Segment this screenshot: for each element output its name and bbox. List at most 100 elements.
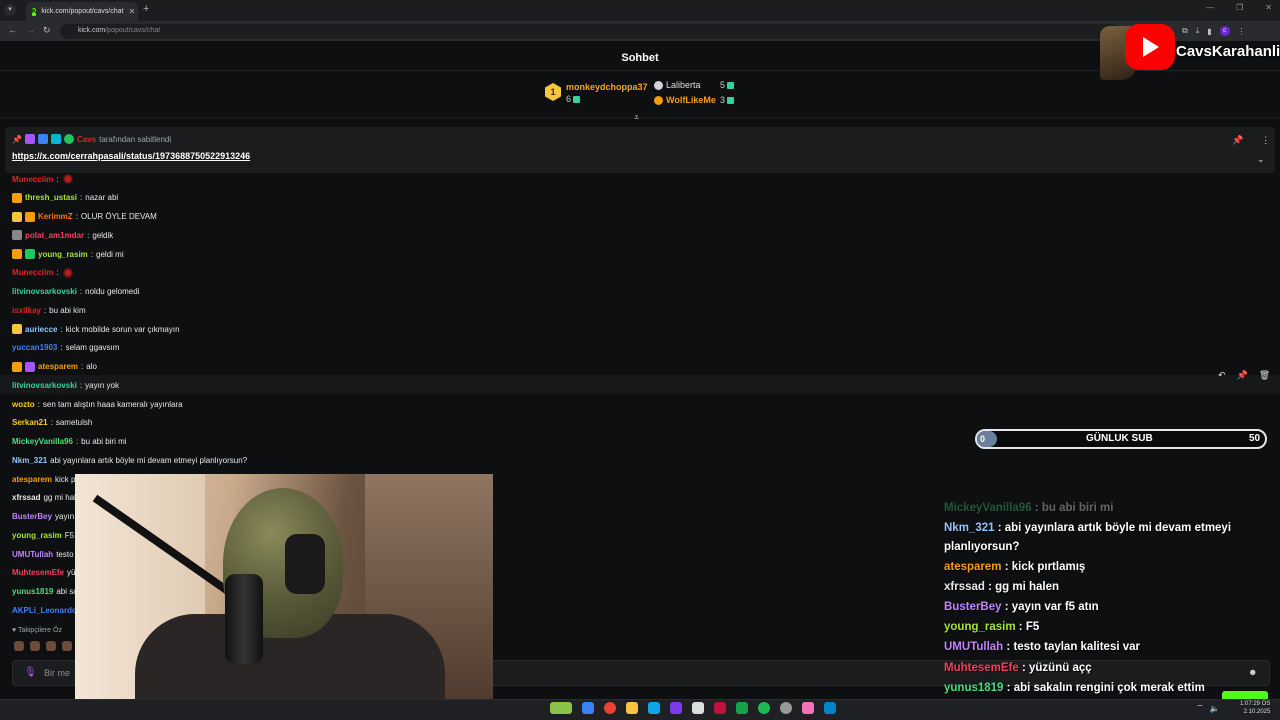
chat-username[interactable]: litvinovsarkovski — [12, 287, 77, 296]
reply-icon[interactable]: ↶ — [1218, 370, 1226, 381]
chat-username[interactable]: Munecciim — [12, 268, 53, 277]
chat-message[interactable]: litvinovsarkovski: noldu gelomedi — [12, 286, 139, 298]
chat-message[interactable]: young_rasim: geldi mi — [12, 248, 124, 260]
chat-username[interactable]: atesparem — [12, 475, 52, 484]
app-icon[interactable] — [582, 702, 594, 714]
webcam-feed — [75, 474, 493, 720]
pinned-message — [5, 127, 1275, 173]
chat-username[interactable]: polat_am1mdar — [25, 231, 84, 240]
chat-username[interactable]: UMUTullah — [12, 550, 53, 559]
leaderboard-top-name[interactable]: monkeydchoppa37 — [566, 82, 648, 92]
chat-username[interactable]: young_rasim — [12, 531, 62, 540]
chat-text: noldu gelomedi — [85, 287, 140, 296]
unpin-icon[interactable]: 📌 — [1232, 135, 1243, 146]
overlay-text: yüzünü açç — [1029, 662, 1092, 674]
whatsapp-icon[interactable] — [736, 702, 748, 714]
chat-username[interactable]: auriecce — [25, 325, 57, 334]
chat-message[interactable]: litvinovsarkovski: yayın yok — [12, 379, 119, 391]
chat-username[interactable]: MuhtesemEfe — [12, 568, 64, 577]
app-icon[interactable] — [648, 702, 660, 714]
delete-icon[interactable]: 🗑 — [1259, 370, 1270, 381]
chat-username[interactable]: Nkm_321 — [12, 456, 47, 465]
chat-username[interactable]: atesparem — [38, 362, 78, 371]
separator: : — [81, 362, 84, 371]
separator: : — [87, 230, 90, 240]
chevron-down-icon[interactable]: ⌄ — [1257, 154, 1265, 165]
chat-username[interactable]: yuccan1903 — [12, 343, 57, 352]
overlay-chat-message: UMUTullah : testo taylan kalitesi var — [944, 641, 1140, 653]
volume-icon[interactable]: 🔈 — [1210, 704, 1220, 713]
chat-message[interactable]: auriecce: kick mobilde sorun var çıkmayın — [12, 323, 180, 335]
app-icon[interactable] — [550, 702, 572, 714]
extensions-icon[interactable]: ⧉ — [1182, 26, 1188, 36]
reload-icon[interactable]: ↻ — [43, 25, 51, 36]
browser-tab[interactable]: K kick.com/popout/cavs/chat ✕ — [26, 2, 138, 21]
sidebar-icon[interactable]: ▮ — [1207, 27, 1211, 36]
profile-avatar[interactable]: c — [1219, 26, 1230, 36]
mic-icon[interactable]: 🎙 — [24, 667, 37, 678]
chat-message[interactable]: polat_am1mdar: geldik — [12, 229, 113, 241]
chat-username[interactable]: isxilkay — [12, 306, 41, 315]
chat-message[interactable]: Nkm_321 abi yayınlara artık böyle mi deva… — [12, 454, 247, 466]
emoji-icon[interactable]: ☻ — [1248, 667, 1257, 677]
chat-message[interactable]: Munecciim: — [12, 267, 77, 279]
emote-icon[interactable] — [46, 641, 56, 651]
pin-message-icon[interactable]: 📌 — [1237, 370, 1248, 381]
chat-message[interactable]: isxilkay: bu abi kim — [12, 304, 86, 316]
pinned-link[interactable]: https://x.com/cerrahpasali/status/197368… — [12, 151, 250, 161]
chat-username[interactable]: xfrssad — [12, 493, 40, 502]
back-arrow-icon[interactable]: ← — [8, 25, 17, 35]
chat-message[interactable]: KerimmZ: OLUR ÖYLE DEVAM — [12, 211, 157, 223]
app-icon[interactable] — [824, 702, 836, 714]
chat-message[interactable]: thresh_ustasi: nazar abi — [12, 192, 118, 204]
app-icon[interactable] — [780, 702, 792, 714]
chat-username[interactable]: thresh_ustasi — [25, 193, 77, 202]
app-icon[interactable] — [692, 702, 704, 714]
maximize-button[interactable]: ❐ — [1236, 3, 1243, 12]
new-tab-button[interactable]: + — [143, 3, 149, 15]
url-field[interactable]: kick.com/popout/cavs/chat — [60, 24, 1120, 39]
close-window-button[interactable]: ✕ — [1265, 3, 1272, 12]
chat-message[interactable]: Serkan21: sametulsh — [12, 417, 92, 429]
emote-icon — [61, 267, 74, 278]
chat-username[interactable]: BusterBey — [12, 512, 52, 521]
emote-icon[interactable] — [62, 641, 72, 651]
tab-close-icon[interactable]: ✕ — [128, 7, 135, 16]
chat-message[interactable]: young_rasim F5 — [12, 529, 74, 541]
chat-message[interactable]: Munecciim: — [12, 173, 77, 185]
forward-arrow-icon[interactable]: → — [26, 25, 35, 35]
collapse-leaderboard-icon[interactable]: ⩡ — [634, 112, 639, 123]
chat-message[interactable]: wozto: sen tam alıştın haaa kameralı yayı… — [12, 398, 183, 410]
chat-message[interactable]: atesparem: alo — [12, 361, 97, 373]
chat-username[interactable]: yunus1819 — [12, 587, 53, 596]
app-icon[interactable] — [670, 702, 682, 714]
chat-username[interactable]: KerimmZ — [38, 212, 73, 221]
chat-username[interactable]: MickeyVanilla96 — [12, 437, 73, 446]
chat-username[interactable]: Serkan21 — [12, 418, 48, 427]
emote-icon[interactable] — [30, 641, 40, 651]
pinned-author[interactable]: Cavs — [77, 135, 96, 144]
chat-message[interactable]: xfrssad gg mi halen — [12, 492, 85, 504]
chrome-icon[interactable] — [604, 702, 616, 714]
chat-username[interactable]: litvinovsarkovski — [12, 381, 77, 390]
taskbar-clock[interactable]: 1:07:29 ÖS 2.10.2025 — [1240, 700, 1270, 716]
leaderboard-third[interactable]: WolfLikeMe — [654, 95, 716, 106]
spotify-icon[interactable] — [758, 702, 770, 714]
minimize-button[interactable]: — — [1206, 3, 1214, 12]
chat-username[interactable]: wozto — [12, 400, 35, 409]
download-icon[interactable]: ⤓ — [1196, 26, 1200, 36]
tab-search-icon[interactable]: ▾ — [4, 4, 16, 16]
chat-message[interactable]: yuccan1903: selam ggavsım — [12, 342, 119, 354]
wifi-icon[interactable]: ⌔ — [1196, 703, 1204, 713]
more-options-icon[interactable]: ⋮ — [1261, 135, 1270, 146]
app-icon[interactable] — [802, 702, 814, 714]
chat-username[interactable]: Munecciim — [12, 175, 53, 184]
overlay-text: testo taylan kalitesi var — [1013, 641, 1140, 653]
chat-message[interactable]: MickeyVanilla96: bu abi biri mi — [12, 436, 127, 448]
browser-menu-icon[interactable]: ⋮ — [1238, 27, 1246, 36]
emote-icon[interactable] — [14, 641, 24, 651]
leaderboard-second[interactable]: Laliberta — [654, 80, 701, 91]
app-icon[interactable] — [714, 702, 726, 714]
chat-username[interactable]: young_rasim — [38, 250, 88, 259]
folder-icon[interactable] — [626, 702, 638, 714]
